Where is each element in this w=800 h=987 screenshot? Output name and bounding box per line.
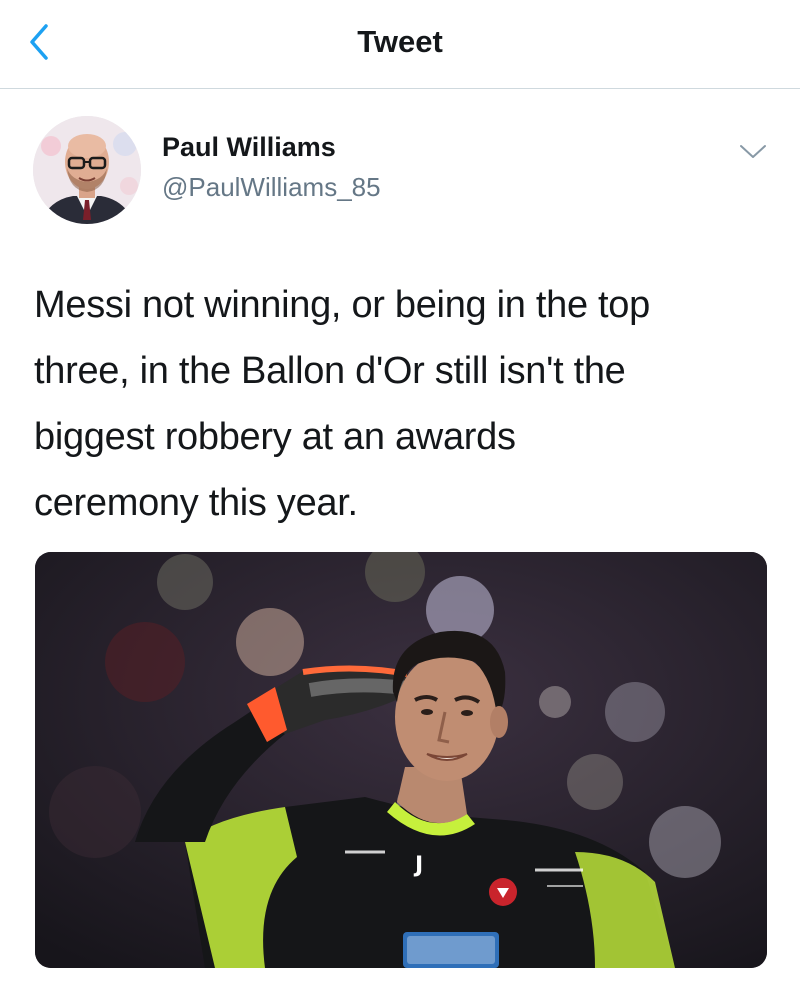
jersey-brand-mark: J [413, 853, 423, 878]
tweet-text-line: three, in the Ballon d'Or still isn't th… [34, 350, 626, 392]
tweet-text: Messi not winning, or being in the top t… [34, 272, 754, 536]
tweet-menu-button[interactable] [738, 140, 768, 162]
tweet-text-line: Messi not winning, or being in the top [34, 284, 650, 326]
tweet-text-line: ceremony this year. [34, 482, 358, 524]
goalkeeper-salute-photo: J [35, 552, 767, 968]
author-handle[interactable]: @PaulWilliams_85 [162, 172, 381, 203]
author-name[interactable]: Paul Williams [162, 132, 336, 163]
chevron-down-icon [740, 145, 766, 158]
tweet-text-line: biggest robbery at an awards [34, 416, 516, 458]
profile-photo [33, 116, 141, 224]
tweet-image[interactable]: J [35, 552, 767, 968]
avatar[interactable] [33, 116, 141, 224]
top-navigation-bar: Tweet [0, 0, 800, 89]
page-title: Tweet [357, 24, 443, 59]
